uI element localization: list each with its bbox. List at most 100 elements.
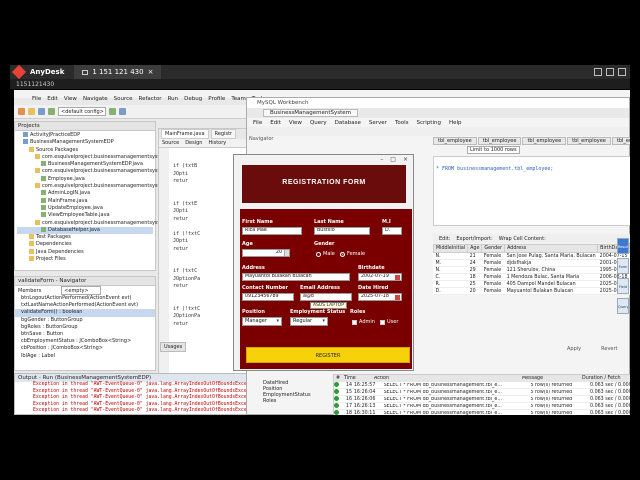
tree-item[interactable]: MainFrame.java [17, 197, 153, 205]
navigator-item[interactable]: btnSave : Button [15, 331, 155, 338]
menu-item-debug[interactable]: Debug [184, 96, 202, 102]
wb-menu-item-view[interactable]: View [289, 120, 302, 126]
role-user-checkbox[interactable]: User [380, 319, 398, 325]
wb-menu-item-server[interactable]: Server [369, 120, 387, 126]
result-toolbar-item[interactable]: Wrap Cell Content: [499, 236, 546, 242]
side-panel-button[interactable]: Form Editor [617, 258, 629, 274]
column-header[interactable]: Gender [481, 244, 506, 253]
last-name-input[interactable]: Bustillo [314, 227, 370, 235]
tree-item[interactable]: com.esquivelproject.businessmanagementsy… [17, 219, 167, 227]
run-icon[interactable] [109, 108, 116, 115]
tree-item[interactable]: ViewEmployeeTable.java [17, 212, 153, 219]
sql-tab[interactable]: tbl_employee [477, 137, 522, 145]
maximize-icon[interactable]: □ [390, 156, 396, 163]
editor-subtab-design[interactable]: Design [185, 140, 202, 146]
navigator-item[interactable]: cbEmploymentStatus : JComboBox<String> [15, 338, 155, 345]
wb-menu-item-help[interactable]: Help [449, 120, 462, 126]
tree-item[interactable]: Project Files [17, 256, 153, 263]
close-icon[interactable]: × [403, 156, 408, 163]
date-hired-picker[interactable]: 2025-07-18 [358, 293, 402, 301]
tree-item[interactable]: DatabaseHelper.java [17, 226, 153, 235]
result-toolbar-item[interactable]: Edit: [439, 236, 450, 242]
birthdate-picker[interactable]: 2002-07-19 [358, 273, 402, 281]
table-row[interactable]: D. 20 Female Mayuantol Bulakan Bulacan 2025-… [433, 287, 630, 295]
wb-menu-item-tools[interactable]: Tools [395, 120, 409, 126]
connection-tab[interactable]: BusinessManagementSystem [263, 109, 358, 117]
minimize-icon[interactable]: – [380, 156, 383, 163]
tree-item[interactable]: BusinessManagementSystemEDP.java [17, 161, 153, 168]
column-header[interactable]: Age [467, 244, 483, 253]
output-row[interactable]: 15 16:26:04 SELECT * FROM db_businessmanag… [334, 388, 630, 396]
tree-item[interactable]: BusinessManagementSystemEDP [17, 139, 153, 146]
result-toolbar-item[interactable]: Export/Import: [456, 236, 492, 242]
tree-item[interactable]: Employee.java [17, 175, 153, 183]
save-all-icon[interactable] [38, 108, 45, 115]
output-row[interactable]: 16 16:26:06 SELECT * FROM db_businessmanag… [334, 395, 630, 403]
table-row[interactable]: R. 25 Female 405 Dampol Mandel Bulacan 2025-… [433, 280, 630, 288]
members-combo[interactable]: <empty> [61, 286, 102, 295]
new-file-icon[interactable] [18, 108, 25, 115]
role-admin-checkbox[interactable]: Admin [352, 319, 375, 325]
navigator-item[interactable]: txtLastNameActionPerformed(ActionEvent e… [15, 302, 155, 309]
output-row[interactable]: 14 16:25:57 SELECT * FROM db_businessmanag… [334, 381, 630, 389]
editor-tab[interactable]: Registr [210, 129, 237, 139]
address-input[interactable]: Mayuantol Bulakan Bulacan [242, 273, 350, 281]
remote-desktop[interactable]: File Edit View Navigate Source Refactor Run Deb… [14, 90, 630, 415]
sql-editor[interactable]: * FROM businessmanagement.tbl_employee; [433, 156, 630, 226]
side-panel-button[interactable]: Field Types [617, 278, 629, 294]
navigator-item[interactable]: lblAge : Label [15, 353, 155, 360]
gender-male-radio[interactable]: Male [316, 251, 335, 257]
tree-item[interactable]: com.esquivelproject.businessmanagementsy… [17, 168, 167, 175]
sql-text[interactable]: * FROM businessmanagement.tbl_employee; [434, 157, 630, 172]
menu-item-source[interactable]: Source [114, 96, 133, 102]
open-project-icon[interactable] [28, 108, 35, 115]
table-row[interactable]: C. 18 Female 1 Mendoza Bulac, Santa Maria 20… [433, 273, 630, 281]
tree-item[interactable]: Java Dependencies [17, 248, 153, 256]
navigator-item[interactable]: cbPosition : JComboBox<String> [15, 345, 155, 352]
contact-input[interactable]: 09123456789 [242, 293, 294, 301]
editor-tab[interactable]: MainFrame.java [161, 129, 209, 139]
menu-item-edit[interactable]: Edit [47, 96, 58, 102]
wb-menu-item-database[interactable]: Database [335, 120, 361, 126]
menu-item-file[interactable]: File [32, 96, 41, 102]
mi-input[interactable]: D. [382, 227, 402, 235]
navigator-item[interactable]: bgRoles : ButtonGroup [15, 324, 155, 331]
menu-item-team[interactable]: Team [231, 96, 246, 102]
limit-select[interactable]: Limit to 1000 rows [467, 146, 520, 154]
column-header[interactable]: Address [504, 244, 599, 253]
tree-item[interactable]: Test Packages [17, 234, 153, 241]
config-combo[interactable]: <default config> [58, 107, 106, 116]
email-input[interactable]: a@d [300, 293, 352, 301]
age-spinner[interactable]: 20 [242, 249, 290, 257]
menu-item-view[interactable]: View [64, 96, 77, 102]
sql-tab[interactable]: tbl_employee [433, 137, 477, 145]
spinner-arrows-icon[interactable] [284, 250, 289, 256]
menu-item-refactor[interactable]: Refactor [139, 96, 162, 102]
gender-female-radio[interactable]: Female [340, 251, 365, 257]
menu-item-run[interactable]: Run [168, 96, 179, 102]
register-button[interactable]: REGISTER [246, 347, 410, 363]
wb-menu-item-scripting[interactable]: Scripting [417, 120, 441, 126]
menu-item-profile[interactable]: Profile [208, 96, 225, 102]
table-row[interactable]: M.24Femaledjdsfhakja2001-07-17098 [433, 259, 630, 267]
tree-item[interactable]: Source Packages [17, 146, 153, 154]
close-icon[interactable] [618, 68, 626, 76]
navigator-item[interactable]: btnLogoutActionPerformed(ActionEvent evt… [15, 295, 155, 302]
navigator-item[interactable]: bgGender : ButtonGroup [15, 317, 155, 324]
calendar-icon[interactable] [395, 275, 400, 280]
maximize-icon[interactable] [606, 68, 614, 76]
menu-item-navigate[interactable]: Navigate [83, 96, 108, 102]
side-panel-button[interactable]: Query Stats [617, 298, 629, 314]
sql-tab[interactable]: tbl_employee [522, 137, 567, 145]
editor-subtab-source[interactable]: Source [162, 140, 179, 146]
position-select[interactable]: Manager [242, 317, 282, 326]
close-tab-icon[interactable]: × [148, 68, 154, 76]
apply-button[interactable]: Apply [567, 346, 581, 352]
debug-icon[interactable] [119, 108, 126, 115]
table-row[interactable]: N. 21 Female San Jose Pulag, Santa Maria, B… [433, 252, 630, 260]
schema-field[interactable]: Roles [263, 398, 311, 404]
tree-item[interactable]: com.esquivelproject.businessmanagementsy… [17, 183, 167, 190]
result-grid[interactable]: MiddleInitialAgeGenderAddressBirthDateCo… [432, 244, 630, 295]
minimize-icon[interactable] [594, 68, 602, 76]
wb-menu-item-file[interactable]: File [253, 120, 262, 126]
